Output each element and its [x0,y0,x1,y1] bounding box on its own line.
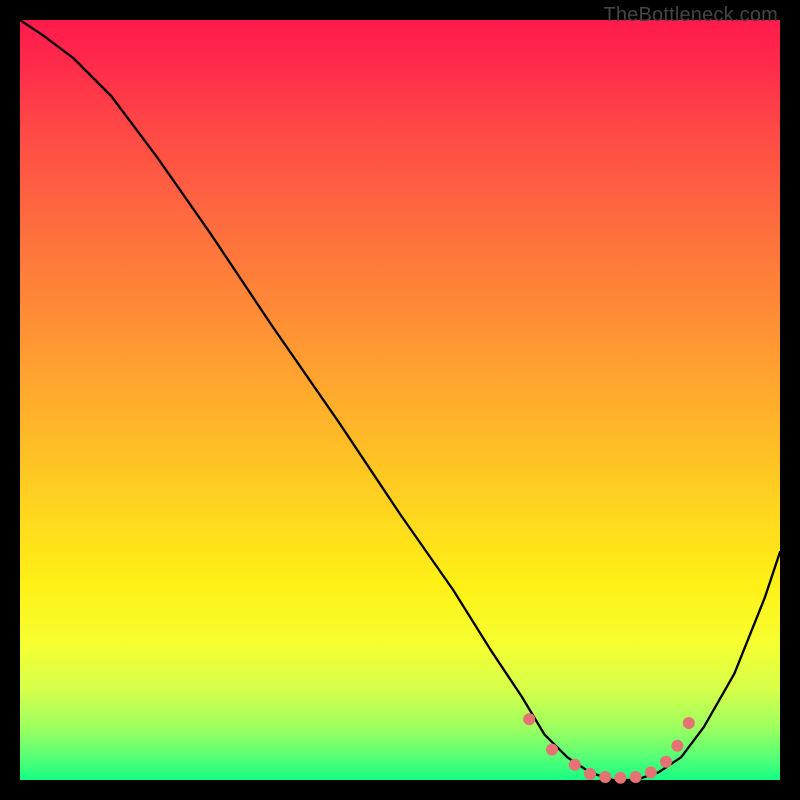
watermark-text: TheBottleneck.com [603,4,778,27]
chart-frame: TheBottleneck.com [0,0,800,800]
optimal-range-dots [523,713,695,784]
optimal-dot [599,771,611,783]
optimal-dot [630,771,642,783]
optimal-dot [614,772,626,784]
optimal-dot [683,717,695,729]
optimal-dot [523,713,535,725]
plot-area [20,20,780,780]
optimal-dot [569,759,581,771]
bottleneck-curve [20,20,780,780]
curve-layer [20,20,780,780]
optimal-dot [546,744,558,756]
optimal-dot [671,740,683,752]
optimal-dot [645,766,657,778]
optimal-dot [660,756,672,768]
optimal-dot [584,768,596,780]
